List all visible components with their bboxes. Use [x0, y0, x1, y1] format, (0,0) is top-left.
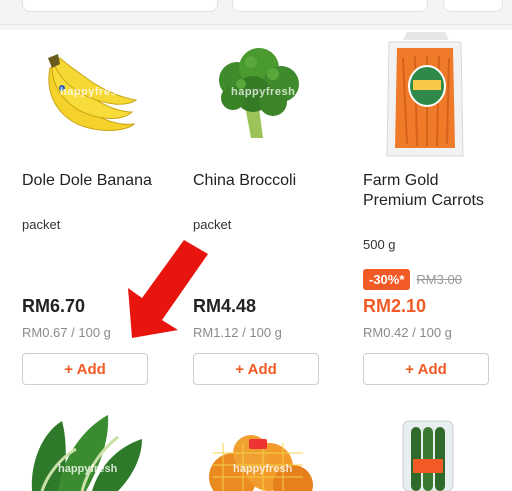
watermark: happyfresh — [60, 86, 125, 98]
product-unit: packet — [193, 217, 232, 232]
discount-row: -30%* RM3.00 — [363, 268, 462, 290]
cucumber-pack-image[interactable] — [363, 403, 489, 491]
red-arrow-icon — [120, 240, 220, 340]
previous-product-card[interactable] — [232, 0, 428, 12]
add-to-cart-button[interactable]: + Add — [363, 353, 489, 385]
section-divider — [0, 24, 512, 25]
previous-product-card[interactable] — [22, 0, 218, 12]
watermark: happyfresh — [231, 86, 296, 98]
watermark: happyfresh — [233, 463, 293, 475]
discount-badge: -30%* — [363, 268, 411, 290]
carrots-image[interactable] — [363, 28, 489, 158]
product-unit: 500 g — [363, 237, 396, 252]
product-price: RM6.70 — [22, 296, 86, 316]
add-to-cart-button[interactable]: + Add — [193, 353, 319, 385]
previous-product-card[interactable] — [443, 0, 503, 12]
leafy-greens-image[interactable]: happyfresh — [22, 403, 148, 491]
broccoli-image[interactable]: happyfresh — [193, 28, 319, 158]
oranges-net-image[interactable]: happyfresh — [193, 403, 319, 491]
price-per-unit: RM0.42 / 100 g — [363, 325, 452, 340]
add-to-cart-button[interactable]: + Add — [22, 353, 148, 385]
banana-image[interactable]: happyfresh — [22, 28, 148, 158]
product-name[interactable]: Dole Dole Banana — [22, 171, 162, 191]
price-per-unit: RM0.67 / 100 g — [22, 325, 111, 340]
product-price: RM2.10 — [363, 296, 427, 316]
watermark: happyfresh — [58, 463, 118, 475]
original-price: RM3.00 — [416, 271, 462, 287]
product-name[interactable]: China Broccoli — [193, 171, 333, 191]
product-card-carrots[interactable]: Farm Gold Premium Carrots 500 g -30%* RM… — [363, 28, 503, 393]
product-name[interactable]: Farm Gold Premium Carrots — [363, 171, 503, 211]
product-unit: packet — [22, 217, 61, 232]
